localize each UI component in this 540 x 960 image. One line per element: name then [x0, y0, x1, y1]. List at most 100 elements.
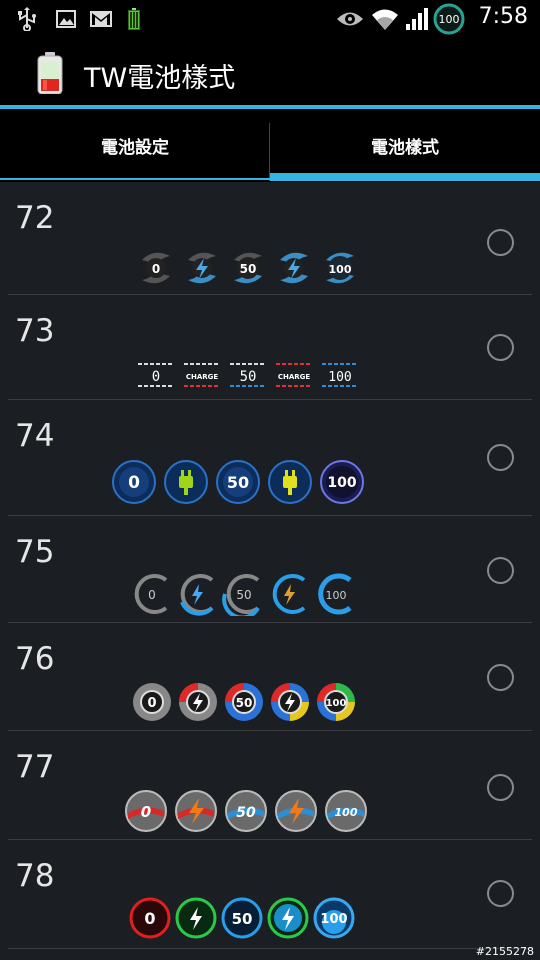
preview-icon-50: 50: [222, 680, 266, 724]
eye-icon: [336, 7, 364, 31]
app-battery-icon[interactable]: [36, 52, 64, 95]
style-radio-78[interactable]: [487, 880, 514, 907]
style-row-77[interactable]: 77 0 50 100: [0, 731, 540, 839]
style-preview: 0 50 100: [112, 460, 366, 504]
style-row-75[interactable]: 75 0 50 100: [0, 516, 540, 622]
style-preview: 0 50 100: [128, 896, 358, 940]
style-radio-73[interactable]: [487, 334, 514, 361]
preview-icon-50: 50: [220, 896, 264, 940]
style-radio-77[interactable]: [487, 774, 514, 801]
svg-text:0: 0: [128, 473, 140, 493]
svg-text:100: 100: [326, 589, 347, 602]
style-row-73[interactable]: 73 0 CHARGE 50 CHARGE 100: [0, 295, 540, 399]
svg-text:50: 50: [240, 262, 257, 276]
preview-icon-charge: [274, 789, 318, 833]
svg-text:50: 50: [236, 805, 256, 821]
svg-text:CHARGE: CHARGE: [186, 373, 219, 381]
preview-icon-100: 100: [324, 789, 368, 833]
svg-text:100: 100: [328, 370, 351, 385]
style-preview: 0 50 100: [128, 572, 358, 616]
style-row-72[interactable]: 72 0 50 100: [0, 182, 540, 294]
svg-text:0: 0: [147, 696, 156, 711]
preview-icon-100: 100: [320, 460, 364, 504]
svg-text:CHARGE: CHARGE: [278, 373, 311, 381]
preview-icon-charge: [272, 246, 316, 290]
preview-icon-charge: [176, 680, 220, 724]
status-bar: 100 7:58: [0, 0, 540, 38]
preview-icon-50: 50: [226, 246, 270, 290]
style-radio-72[interactable]: [487, 229, 514, 256]
watermark: #2155278: [475, 945, 534, 958]
style-number: 77: [15, 749, 55, 785]
svg-text:50: 50: [236, 588, 251, 602]
preview-icon-0: 0: [128, 896, 172, 940]
preview-icon-charge: [266, 572, 310, 616]
svg-text:0: 0: [141, 803, 151, 821]
preview-icon-100: 100: [314, 680, 358, 724]
preview-icon-charge: [266, 896, 310, 940]
preview-icon-100: 100: [318, 353, 362, 397]
preview-icon-charge: [268, 680, 312, 724]
svg-text:100: 100: [327, 475, 356, 491]
preview-icon-50: 50: [216, 460, 260, 504]
svg-text:0: 0: [148, 588, 156, 602]
preview-icon-charge: [268, 460, 312, 504]
preview-icon-100: 100: [318, 246, 362, 290]
status-time: 7:58: [478, 4, 528, 29]
row-divider: [8, 948, 532, 949]
preview-icon-0: 0: [112, 460, 156, 504]
preview-icon-charge: [164, 460, 208, 504]
style-number: 76: [15, 641, 55, 677]
preview-icon-charge: CHARGE: [180, 353, 224, 397]
image-icon: [54, 7, 78, 31]
style-preview: 0 50 100: [134, 246, 364, 290]
usb-icon: [14, 7, 40, 31]
style-number: 75: [15, 534, 55, 570]
svg-text:100: 100: [320, 912, 347, 927]
style-preview: 0 50 100: [130, 680, 360, 724]
preview-icon-charge: [174, 789, 218, 833]
style-number: 72: [15, 200, 55, 236]
style-number: 78: [15, 858, 55, 894]
action-bar: TW電池樣式: [0, 38, 540, 108]
preview-icon-0: 0: [134, 246, 178, 290]
preview-icon-0: 0: [134, 353, 178, 397]
tab-battery-styles[interactable]: 電池樣式: [270, 109, 540, 182]
tab-battery-settings[interactable]: 電池設定: [0, 109, 270, 182]
preview-icon-100: 100: [312, 896, 356, 940]
svg-text:0: 0: [152, 369, 160, 385]
svg-text:100: 100: [329, 263, 352, 276]
preview-icon-50: 50: [220, 572, 264, 616]
signal-icon: [404, 7, 430, 31]
svg-text:0: 0: [152, 262, 160, 276]
gmail-icon: [88, 7, 114, 31]
tab-selected-indicator: [270, 173, 540, 181]
style-preview: 0 50 100: [124, 789, 370, 833]
tab-bar: 電池設定 電池樣式: [0, 109, 540, 182]
preview-icon-charge: [174, 896, 218, 940]
style-number: 74: [15, 418, 55, 454]
svg-text:100: 100: [335, 806, 358, 819]
preview-icon-0: 0: [130, 680, 174, 724]
preview-icon-50: 50: [226, 353, 270, 397]
style-row-76[interactable]: 76 0 50 100: [0, 623, 540, 730]
style-radio-75[interactable]: [487, 557, 514, 584]
style-number: 73: [15, 313, 55, 349]
style-preview: 0 CHARGE 50 CHARGE 100: [134, 353, 364, 397]
style-row-78[interactable]: 78 0 50 100: [0, 840, 540, 948]
svg-text:50: 50: [240, 369, 257, 385]
preview-icon-50: 50: [224, 789, 268, 833]
svg-text:50: 50: [232, 910, 253, 928]
battery-level-text: 100: [439, 13, 460, 26]
svg-text:50: 50: [236, 696, 253, 710]
svg-text:50: 50: [227, 473, 249, 492]
preview-icon-100: 100: [312, 572, 356, 616]
preview-icon-charge: [180, 246, 224, 290]
style-radio-76[interactable]: [487, 664, 514, 691]
preview-icon-charge: [174, 572, 218, 616]
preview-icon-charge: CHARGE: [272, 353, 316, 397]
svg-text:0: 0: [144, 909, 155, 928]
style-radio-74[interactable]: [487, 444, 514, 471]
battery-green-icon: [126, 7, 142, 31]
style-row-74[interactable]: 74 0 50 100: [0, 400, 540, 515]
